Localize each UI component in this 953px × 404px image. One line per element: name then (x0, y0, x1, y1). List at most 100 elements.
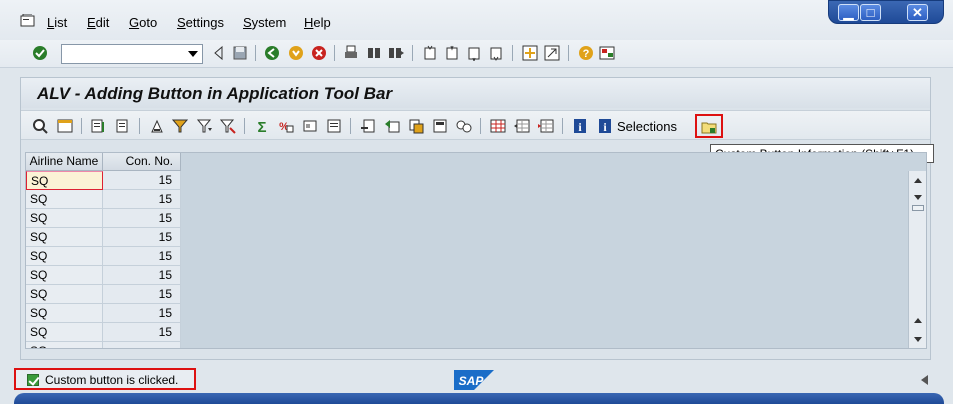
enter-check-icon[interactable] (32, 45, 48, 61)
window-bottom-frame (14, 393, 944, 404)
menu-options-icon[interactable] (20, 14, 35, 27)
menu-settings[interactable]: Settings (177, 15, 224, 30)
first-page-icon[interactable] (422, 45, 438, 61)
status-message[interactable]: Custom button is clicked. (14, 368, 196, 390)
alv-toolbar: Σ % i i Selections (21, 110, 930, 140)
success-check-icon (27, 374, 39, 386)
con-no-cell[interactable]: 15 (103, 190, 181, 209)
toolbar-separator (412, 45, 413, 61)
change-layout-icon[interactable] (490, 118, 506, 134)
customize-layout-icon[interactable] (599, 45, 615, 61)
selections-label[interactable]: Selections (617, 119, 677, 134)
menu-system[interactable]: System (243, 15, 286, 30)
status-bar-toggle-icon[interactable] (921, 375, 928, 385)
vertical-scrollbar[interactable] (908, 171, 926, 348)
minimize-button[interactable]: ▁ (838, 4, 859, 21)
filter-menu-icon[interactable] (197, 118, 213, 134)
window-controls: ▁ □ ✕ (828, 0, 944, 24)
next-page-icon[interactable] (466, 45, 482, 61)
airline-name-cell[interactable]: SQ (26, 171, 103, 190)
word-processing-icon[interactable] (408, 118, 424, 134)
con-no-cell[interactable]: 15 (103, 228, 181, 247)
column-header-con-no[interactable]: Con. No. (103, 153, 181, 171)
menu-list[interactable]: List (47, 15, 67, 30)
close-icon: ✕ (912, 5, 923, 20)
svg-text:?: ? (583, 48, 590, 60)
last-page-icon[interactable] (488, 45, 504, 61)
airline-name-cell[interactable]: SQ (26, 266, 103, 285)
selections-info-icon[interactable]: i (597, 118, 613, 134)
find-icon[interactable] (366, 45, 382, 61)
exit-icon[interactable] (288, 45, 304, 61)
command-field[interactable] (61, 44, 203, 64)
scroll-down-button[interactable] (910, 331, 926, 347)
find-ahead-icon[interactable] (149, 118, 165, 134)
close-window-button[interactable]: ✕ (907, 4, 928, 21)
con-no-cell[interactable] (103, 342, 181, 348)
select-all-icon[interactable] (57, 118, 73, 134)
layout-icon[interactable] (302, 118, 318, 134)
custom-button[interactable] (695, 114, 723, 138)
toolbar-separator (568, 45, 569, 61)
con-no-cell[interactable]: 15 (103, 285, 181, 304)
filter-icon[interactable] (172, 118, 188, 134)
airline-name-cell[interactable]: SQ (26, 190, 103, 209)
chevron-down-icon[interactable] (188, 51, 198, 57)
sum-icon[interactable]: Σ (254, 118, 270, 134)
local-file-icon[interactable] (432, 118, 448, 134)
scrollbar-thumb[interactable] (912, 205, 924, 211)
con-no-cell[interactable]: 15 (103, 247, 181, 266)
toolbar-separator (255, 45, 256, 61)
toolbar-separator (562, 118, 563, 134)
menu-goto[interactable]: Goto (129, 15, 157, 30)
page-title: ALV - Adding Button in Application Tool … (37, 84, 393, 103)
back-icon[interactable] (264, 45, 280, 61)
cancel-icon[interactable] (311, 45, 327, 61)
sort-descending-icon[interactable] (115, 118, 131, 134)
find-next-icon[interactable] (388, 45, 404, 61)
page-up-button[interactable] (910, 313, 926, 329)
toolbar-separator (334, 45, 335, 61)
airline-name-cell[interactable]: SQ (26, 247, 103, 266)
filter-delete-icon[interactable] (220, 118, 236, 134)
menu-bar: List Edit Goto Settings System Help (0, 0, 953, 40)
previous-page-icon[interactable] (444, 45, 460, 61)
menu-edit[interactable]: Edit (87, 15, 109, 30)
toolbar-separator (81, 118, 82, 134)
help-icon[interactable]: ? (578, 45, 594, 61)
print-preview-icon[interactable] (326, 118, 342, 134)
page-down-button[interactable] (910, 189, 926, 205)
sort-ascending-icon[interactable] (90, 118, 106, 134)
column-header-airline-name[interactable]: Airline Name (26, 153, 103, 171)
airline-name-cell[interactable]: SQ (26, 209, 103, 228)
airline-name-cell[interactable]: SQ (26, 228, 103, 247)
mail-recipient-icon[interactable] (456, 118, 472, 134)
con-no-cell[interactable]: 15 (103, 323, 181, 342)
shortcut-icon[interactable] (544, 45, 560, 61)
con-no-cell[interactable]: 15 (103, 266, 181, 285)
spreadsheet-icon[interactable] (384, 118, 400, 134)
create-session-icon[interactable] (522, 45, 538, 61)
details-icon[interactable] (32, 118, 48, 134)
print-icon[interactable] (343, 45, 359, 61)
scroll-up-button[interactable] (910, 173, 926, 189)
airline-name-cell[interactable]: SQ (26, 342, 103, 348)
toolbar-separator (480, 118, 481, 134)
airline-name-cell[interactable]: SQ (26, 323, 103, 342)
airline-name-cell[interactable]: SQ (26, 285, 103, 304)
information-icon[interactable]: i (572, 118, 588, 134)
airline-name-cell[interactable]: SQ (26, 304, 103, 323)
export-icon[interactable] (360, 118, 376, 134)
command-field-toggle-icon[interactable] (211, 45, 227, 61)
save-icon[interactable] (232, 45, 248, 61)
svg-text:SAP: SAP (459, 374, 485, 388)
con-no-cell[interactable]: 15 (103, 209, 181, 228)
menu-help[interactable]: Help (304, 15, 331, 30)
con-no-cell[interactable]: 15 (103, 171, 181, 190)
save-layout-icon[interactable] (538, 118, 554, 134)
maximize-button[interactable]: □ (860, 4, 881, 21)
select-layout-icon[interactable] (514, 118, 530, 134)
con-no-cell[interactable]: 15 (103, 304, 181, 323)
alv-grid: Airline Name Con. No. SQ 15 SQ 15 SQ 15 … (25, 152, 927, 349)
subtotal-icon[interactable]: % (278, 118, 294, 134)
